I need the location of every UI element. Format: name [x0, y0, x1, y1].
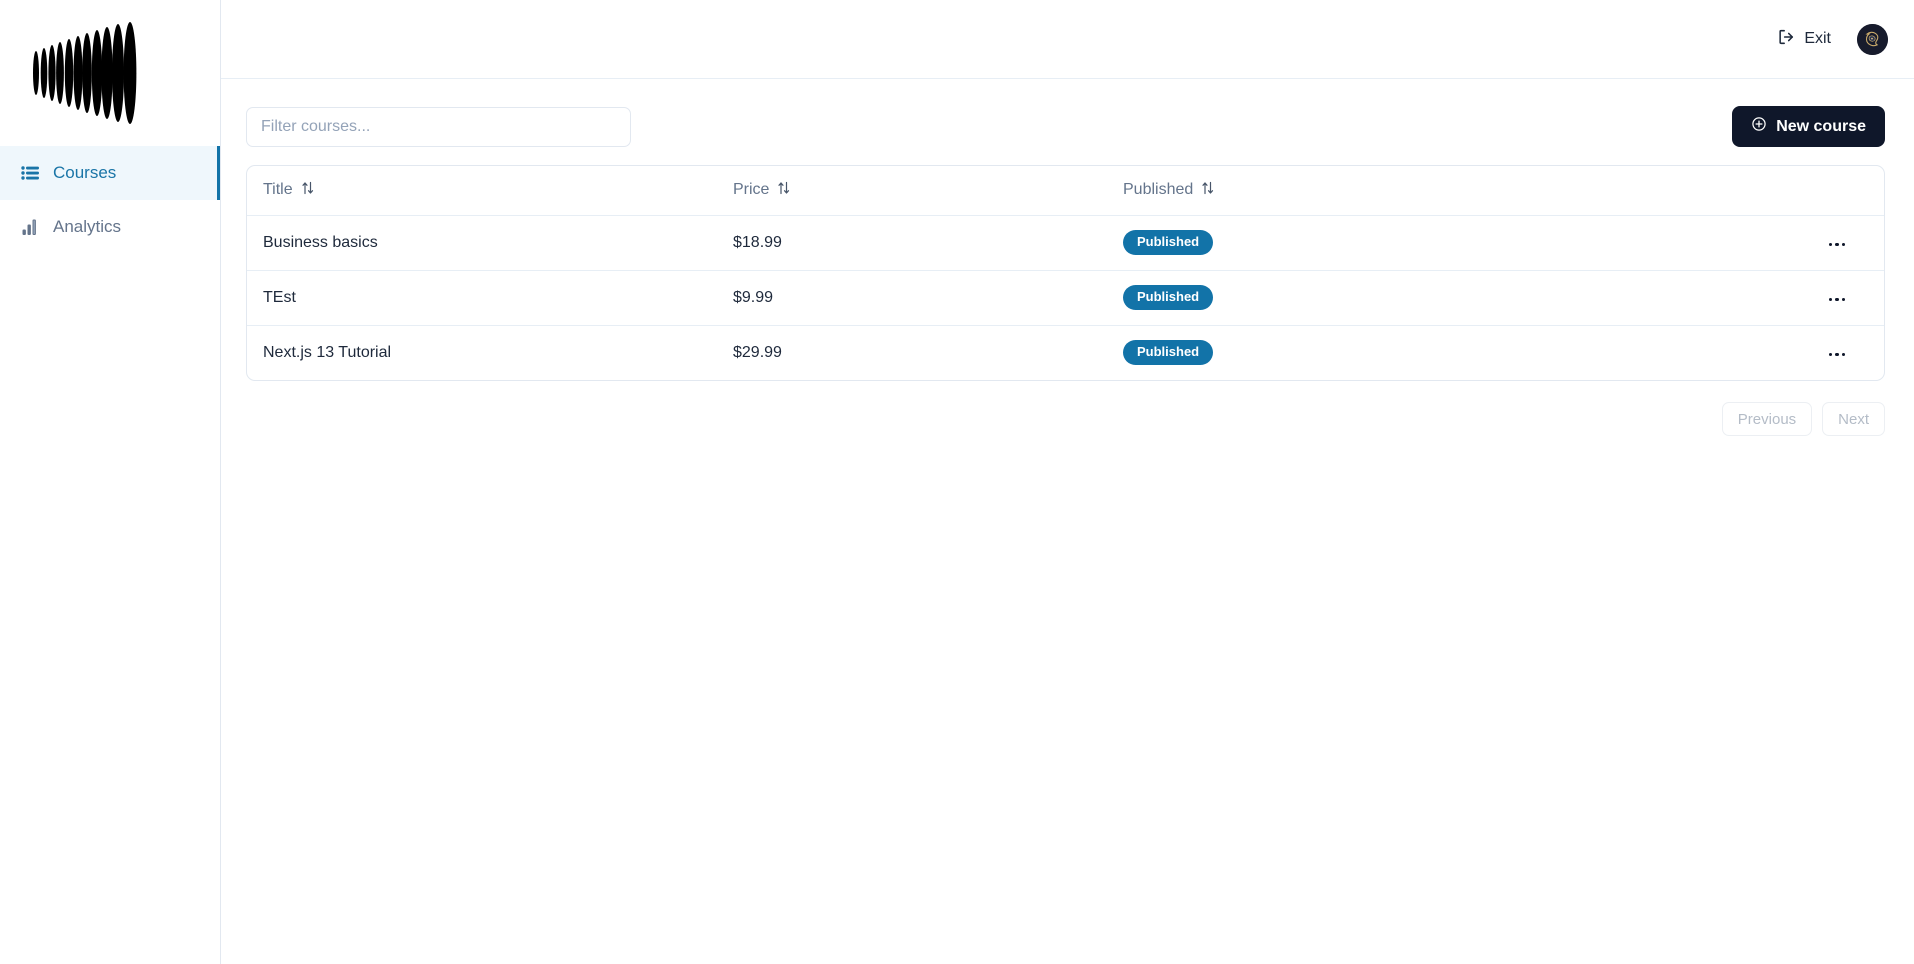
column-header-price[interactable]: Price	[717, 166, 1107, 216]
content-area: New course Title	[221, 79, 1914, 964]
plus-circle-icon	[1751, 116, 1767, 137]
cell-published: Published	[1107, 325, 1627, 380]
sort-arrows-icon	[777, 181, 790, 200]
column-header-title[interactable]: Title	[247, 166, 717, 216]
cell-actions	[1627, 215, 1884, 271]
more-horizontal-icon	[1841, 297, 1845, 301]
sidebar-item-label-analytics: Analytics	[53, 217, 122, 236]
column-header-published[interactable]: Published	[1107, 166, 1627, 216]
table-row[interactable]: TEst $9.99 Published	[247, 270, 1884, 326]
previous-page-button[interactable]: Previous	[1721, 402, 1813, 436]
logout-icon	[1777, 28, 1795, 51]
table-row[interactable]: Business basics $18.99 Published	[247, 215, 1884, 271]
courses-table-card: Title Price Published Business basics $1…	[246, 165, 1885, 381]
column-label-price: Price	[733, 181, 770, 199]
cell-published: Published	[1107, 215, 1627, 271]
avatar[interactable]	[1857, 23, 1888, 55]
table-header-row: Title Price Published	[247, 166, 1884, 216]
exit-label: Exit	[1804, 30, 1831, 47]
pagination: Previous Next	[246, 402, 1885, 436]
status-badge: Published	[1123, 340, 1214, 366]
topbar: Exit	[221, 0, 1914, 79]
next-page-button[interactable]: Next	[1822, 402, 1885, 436]
cell-actions	[1627, 270, 1884, 326]
status-badge: Published	[1123, 285, 1214, 310]
cell-price: $18.99	[717, 215, 1107, 271]
sidebar: Courses Analytics	[0, 0, 221, 964]
logo[interactable]	[0, 0, 220, 146]
avatar-crest-icon	[1857, 23, 1888, 55]
more-horizontal-icon	[1841, 242, 1845, 246]
sort-arrows-icon	[1201, 181, 1214, 200]
table-body: Business basics $18.99 Published TEst $9…	[247, 215, 1884, 380]
table-head: Title Price Published	[247, 166, 1884, 216]
column-header-actions	[1627, 166, 1884, 216]
sidebar-item-courses[interactable]: Courses	[0, 146, 220, 200]
column-label-published: Published	[1123, 181, 1194, 199]
exit-button[interactable]: Exit	[1773, 22, 1835, 57]
sidebar-item-label-courses: Courses	[53, 163, 117, 182]
sort-arrows-icon	[301, 181, 314, 200]
new-course-label: New course	[1776, 117, 1866, 135]
cell-title: Next.js 13 Tutorial	[263, 343, 392, 361]
sound-wave-logo-icon	[33, 22, 137, 124]
main-area: Exit Filter courses... New course Title …	[221, 0, 1914, 964]
more-horizontal-icon	[1841, 352, 1845, 357]
cell-actions	[1627, 325, 1884, 380]
list-icon	[20, 163, 40, 183]
more-horizontal-icon	[1828, 297, 1832, 301]
row-menu-button[interactable]	[1821, 237, 1854, 253]
cell-title: TEst	[247, 270, 717, 326]
more-horizontal-icon	[1835, 242, 1839, 246]
more-horizontal-icon	[1835, 352, 1839, 357]
cell-published: Published	[1107, 270, 1627, 326]
bar-chart-icon	[20, 217, 40, 237]
filter-courses-input[interactable]	[246, 106, 631, 147]
more-horizontal-icon	[1828, 352, 1832, 357]
more-horizontal-icon	[1828, 242, 1832, 246]
row-menu-button[interactable]	[1821, 347, 1854, 363]
sidebar-nav: Courses Analytics	[0, 146, 220, 254]
app-root: Courses Analytics Exit Filter courses...…	[0, 0, 1914, 964]
toolbar: New course	[246, 106, 1885, 147]
courses-table: Title Price Published Business basics $1…	[247, 166, 1884, 380]
sidebar-item-analytics[interactable]: Analytics	[0, 200, 220, 254]
cell-title: Business basics	[247, 215, 717, 271]
status-badge: Published	[1123, 230, 1214, 255]
cell-price: $29.99	[733, 343, 782, 361]
row-menu-button[interactable]	[1821, 292, 1854, 308]
more-horizontal-icon	[1835, 297, 1839, 301]
new-course-button[interactable]: New course	[1732, 106, 1885, 147]
cell-price: $9.99	[717, 270, 1107, 326]
table-row[interactable]: Next.js 13 Tutorial $29.99 Published	[247, 325, 1884, 380]
column-label-title: Title	[263, 181, 293, 199]
